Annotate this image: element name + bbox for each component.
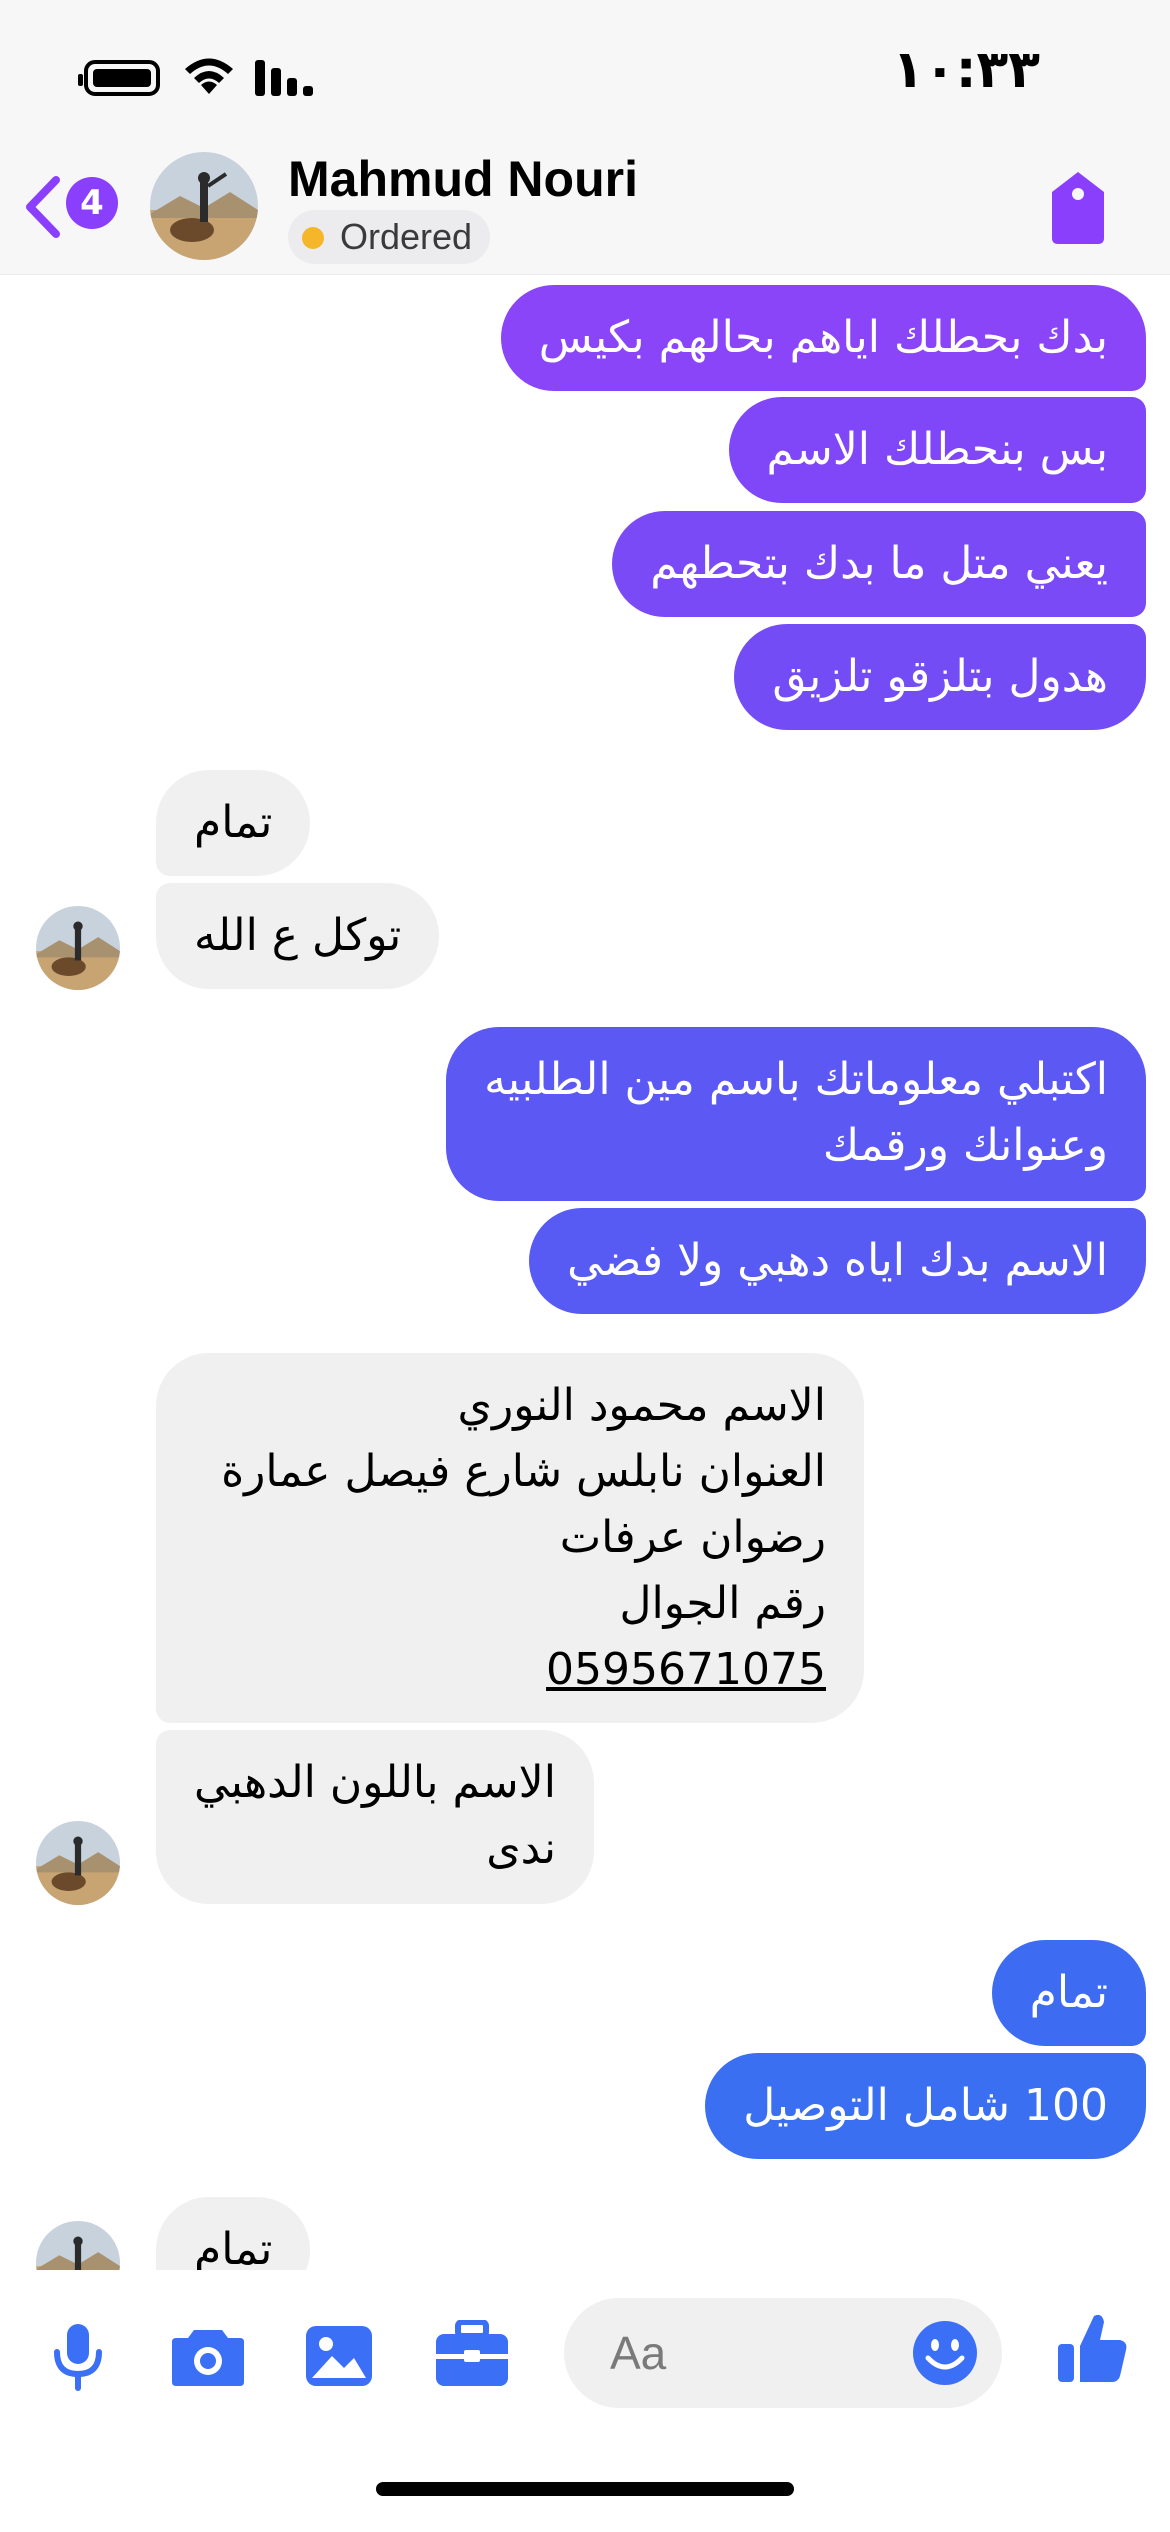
signal-icon xyxy=(255,60,313,96)
sender-avatar[interactable] xyxy=(36,906,120,990)
received-message[interactable]: تمام xyxy=(156,770,311,876)
message-text: تمام xyxy=(194,797,273,848)
emoji-icon[interactable] xyxy=(912,2320,978,2386)
gallery-icon[interactable] xyxy=(304,2324,374,2388)
received-message[interactable]: الاسم باللون الدهبي ندى xyxy=(156,1730,594,1904)
wifi-icon xyxy=(185,58,233,94)
home-indicator xyxy=(376,2482,794,2496)
message-line: اكتبلي معلوماتك باسم مين الطلبيه xyxy=(484,1054,1108,1105)
sent-message[interactable]: 100 شامل التوصيل xyxy=(705,2053,1146,2159)
sender-avatar[interactable] xyxy=(36,2221,120,2270)
sender-avatar[interactable] xyxy=(36,1821,120,1905)
conversation-header: 4 Mahmud Nouri Ordered xyxy=(0,150,1170,275)
status-bar: ١٠:٣٣ xyxy=(0,0,1170,150)
message-line: الاسم باللون الدهبي xyxy=(194,1757,556,1808)
sent-message[interactable]: هدول بتلزقو تلزيق xyxy=(734,624,1146,730)
sent-message[interactable]: اكتبلي معلوماتك باسم مين الطلبيه وعنوانك… xyxy=(446,1027,1146,1201)
order-status-badge[interactable]: Ordered xyxy=(288,210,491,264)
message-input[interactable] xyxy=(610,2318,890,2388)
toolbox-icon[interactable] xyxy=(434,2320,510,2388)
phone-number-link[interactable]: 0595671075 xyxy=(546,1644,826,1695)
message-list[interactable]: بدك بحطلك اياهم بحالهم بكيس بس بنحطلك ال… xyxy=(0,275,1170,2270)
sent-message[interactable]: يعني متل ما بدك بتحطهم xyxy=(612,511,1146,617)
sent-message[interactable]: بدك بحطلك اياهم بحالهم بكيس xyxy=(500,285,1146,391)
status-time: ١٠:٣٣ xyxy=(892,40,1040,100)
message-composer[interactable] xyxy=(564,2298,1002,2408)
message-line: ندى xyxy=(486,1823,556,1874)
message-text: بدك بحطلك اياهم بحالهم بكيس xyxy=(538,312,1108,363)
order-status-label: Ordered xyxy=(340,216,473,257)
chevron-left-icon xyxy=(26,176,60,238)
sent-message[interactable]: الاسم بدك اياه دهبي ولا فضي xyxy=(529,1208,1146,1314)
message-line: وعنوانك ورقمك xyxy=(822,1120,1108,1171)
message-text: 100 شامل التوصيل xyxy=(743,2080,1108,2131)
message-line: رضوان عرفات xyxy=(559,1512,826,1563)
message-text: هدول بتلزقو تلزيق xyxy=(772,651,1108,702)
sent-message[interactable]: بس بنحطلك الاسم xyxy=(728,397,1146,503)
unread-count-badge: 4 xyxy=(66,177,118,229)
status-dot xyxy=(302,227,324,249)
message-text: تمام xyxy=(1029,1967,1108,2018)
received-message[interactable]: تمام xyxy=(156,2197,311,2270)
battery-icon xyxy=(78,60,160,96)
contact-name[interactable]: Mahmud Nouri xyxy=(288,150,638,208)
message-text: الاسم بدك اياه دهبي ولا فضي xyxy=(567,1235,1108,1286)
message-line: الاسم محمود النوري xyxy=(457,1380,827,1431)
message-text: توكل ع الله xyxy=(194,910,402,961)
composer-bar xyxy=(0,2270,1170,2532)
received-message[interactable]: توكل ع الله xyxy=(156,883,440,989)
message-text: بس بنحطلك الاسم xyxy=(766,424,1108,475)
sent-message[interactable]: تمام xyxy=(991,1940,1146,2046)
message-text: تمام xyxy=(194,2224,273,2270)
microphone-icon[interactable] xyxy=(50,2322,106,2392)
message-text: يعني متل ما بدك بتحطهم xyxy=(650,538,1108,589)
camera-icon[interactable] xyxy=(170,2326,246,2388)
message-line: رقم الجوال xyxy=(619,1578,826,1629)
message-line: العنوان نابلس شارع فيصل عمارة xyxy=(221,1446,826,1497)
thumbs-up-icon[interactable] xyxy=(1056,2310,1128,2386)
received-message[interactable]: الاسم محمود النوري العنوان نابلس شارع في… xyxy=(156,1353,864,1723)
contact-avatar[interactable] xyxy=(150,152,258,260)
tag-icon[interactable] xyxy=(1048,170,1108,246)
